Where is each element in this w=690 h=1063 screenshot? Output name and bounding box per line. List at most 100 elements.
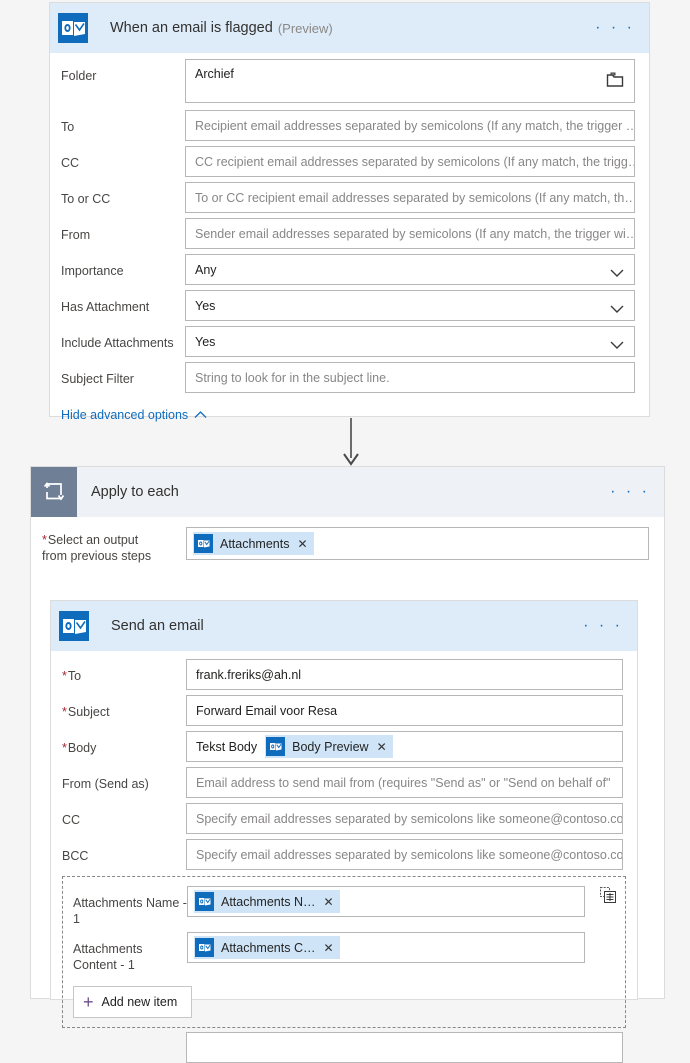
select-output-label-line1: Select an output [47,533,139,547]
placeholder-text: CC recipient email addresses separated b… [195,154,635,169]
token-remove-icon[interactable]: ✕ [297,537,307,551]
apply-to-each-card: Apply to each · · · *Select an output fr… [30,466,665,1063]
field-label: From (Send as) [62,777,149,791]
trigger-form: Folder Archief To Recipient email addres… [50,53,649,436]
loop-title: Apply to each [91,484,179,500]
form-row-action-bcc: BCC Specify email addresses separated by… [51,839,637,870]
to-input[interactable]: Recipient email addresses separated by s… [185,110,635,141]
outlook-icon [59,611,89,641]
next-field-input-partial[interactable] [186,1031,623,1063]
field-label: Include Attachments [61,336,174,350]
placeholder-text: Email address to send mail from (require… [196,775,611,790]
form-row-to: To Recipient email addresses separated b… [50,110,649,141]
field-label: To [61,120,75,134]
has-attachment-value: Yes [195,298,216,313]
form-row-subject-filter: Subject Filter String to look for in the… [50,362,649,393]
folder-input[interactable]: Archief [185,59,635,103]
token-chip-label: Attachments C… [221,940,316,955]
action-to-input[interactable]: frank.freriks@ah.nl [186,659,623,690]
field-label: *Subject [51,695,186,721]
action-form: *To frank.freriks@ah.nl *Subject Forward… [51,651,637,1063]
importance-value: Any [195,262,217,277]
token-chip-attachments-content[interactable]: Attachments C… ✕ [194,936,340,960]
action-from-input[interactable]: Email address to send mail from (require… [186,767,623,798]
placeholder-text: Sender email addresses separated by semi… [195,226,635,241]
loop-card-header[interactable]: Apply to each · · · [31,467,664,517]
attachments-content-input[interactable]: Attachments C… ✕ [187,932,585,964]
field-label: Attachments Name - 1 [73,896,187,926]
action-body-input[interactable]: Tekst Body Body Preview ✕ [186,731,623,762]
token-remove-icon[interactable]: ✕ [377,740,387,754]
plus-icon: + [83,991,94,1012]
action-card-header[interactable]: Send an email · · · [51,601,637,651]
token-chip-label: Body Preview [292,739,369,754]
has-attachment-select[interactable]: Yes [185,290,635,321]
cc-input[interactable]: CC recipient email addresses separated b… [185,146,635,177]
required-asterisk: * [62,669,67,683]
token-remove-icon[interactable]: ✕ [323,895,333,909]
required-asterisk: * [62,705,67,719]
attachments-name-input[interactable]: Attachments N… ✕ [187,886,585,917]
form-row-select-output: *Select an output from previous steps At… [31,527,664,564]
include-attachments-value: Yes [195,334,216,349]
form-row-folder: Folder Archief [50,59,649,103]
token-chip-label: Attachments N… [221,894,316,909]
form-row-include-attachments: Include Attachments Yes [50,326,649,357]
field-label-partial [51,1032,186,1042]
token-remove-icon[interactable]: ✕ [323,941,333,955]
field-label: *Body [51,731,186,757]
outlook-icon [195,892,214,911]
field-label: Attachments Content - 1 [73,942,143,972]
chevron-down-icon[interactable] [610,302,624,313]
body-plain-text: Tekst Body [196,739,258,754]
add-new-item-button[interactable]: + Add new item [73,985,193,1018]
field-label-text: To [67,669,82,683]
form-row-has-attachment: Has Attachment Yes [50,290,649,321]
select-output-input[interactable]: Attachments ✕ [186,527,649,560]
field-label: Folder [61,69,97,83]
placeholder-text: To or CC recipient email addresses separ… [195,190,635,205]
token-chip-attachments[interactable]: Attachments ✕ [193,532,314,555]
trigger-menu-button[interactable]: · · · [595,20,635,36]
field-label: BCC [62,849,89,863]
hide-advanced-options-link[interactable]: Hide advanced options [50,398,207,436]
field-label: Has Attachment [61,300,150,314]
chevron-down-icon[interactable] [610,266,624,277]
chevron-up-icon [188,408,207,422]
form-row-attachments-name: Attachments Name - 1 Attachments N… ✕ [63,886,625,927]
field-label-text: Subject [67,705,110,719]
action-subject-input[interactable]: Forward Email voor Resa [186,695,623,726]
include-attachments-select[interactable]: Yes [185,326,635,357]
folder-icon[interactable] [606,72,624,91]
importance-select[interactable]: Any [185,254,635,285]
field-label: Importance [61,264,124,278]
chevron-down-icon[interactable] [610,338,624,349]
loop-menu-button[interactable]: · · · [610,484,650,500]
select-output-label-line2: from previous steps [42,548,152,563]
token-chip-body-preview[interactable]: Body Preview ✕ [265,735,393,758]
form-row-attachments-content: Attachments Content - 1 Attachments C… ✕ [63,932,625,973]
action-bcc-input[interactable]: Specify email addresses separated by sem… [186,839,623,870]
form-row-action-to: *To frank.freriks@ah.nl [51,659,637,690]
field-label: CC [61,156,80,170]
form-row-action-from: From (Send as) Email address to send mai… [51,767,637,798]
subject-filter-input[interactable]: String to look for in the subject line. [185,362,635,393]
from-input[interactable]: Sender email addresses separated by semi… [185,218,635,249]
field-label: CC [62,813,81,827]
trigger-card-header[interactable]: When an email is flagged (Preview) · · · [50,3,649,53]
outlook-icon [58,13,88,43]
attachments-array-group: Attachments Name - 1 Attachments N… ✕ At… [62,876,626,1028]
loop-icon [42,479,66,506]
action-menu-button[interactable]: · · · [583,618,623,634]
trigger-title: When an email is flagged [110,20,273,36]
to-or-cc-input[interactable]: To or CC recipient email addresses separ… [185,182,635,213]
placeholder-text: Specify email addresses separated by sem… [196,811,623,826]
action-cc-input[interactable]: Specify email addresses separated by sem… [186,803,623,834]
field-label: Subject Filter [61,372,134,386]
form-row-cc: CC CC recipient email addresses separate… [50,146,649,177]
token-chip-label: Attachments [220,536,290,551]
token-chip-attachments-name[interactable]: Attachments N… ✕ [194,890,340,913]
loop-icon-wrap [31,467,77,517]
form-row-importance: Importance Any [50,254,649,285]
form-row-next-partial [51,1031,637,1063]
